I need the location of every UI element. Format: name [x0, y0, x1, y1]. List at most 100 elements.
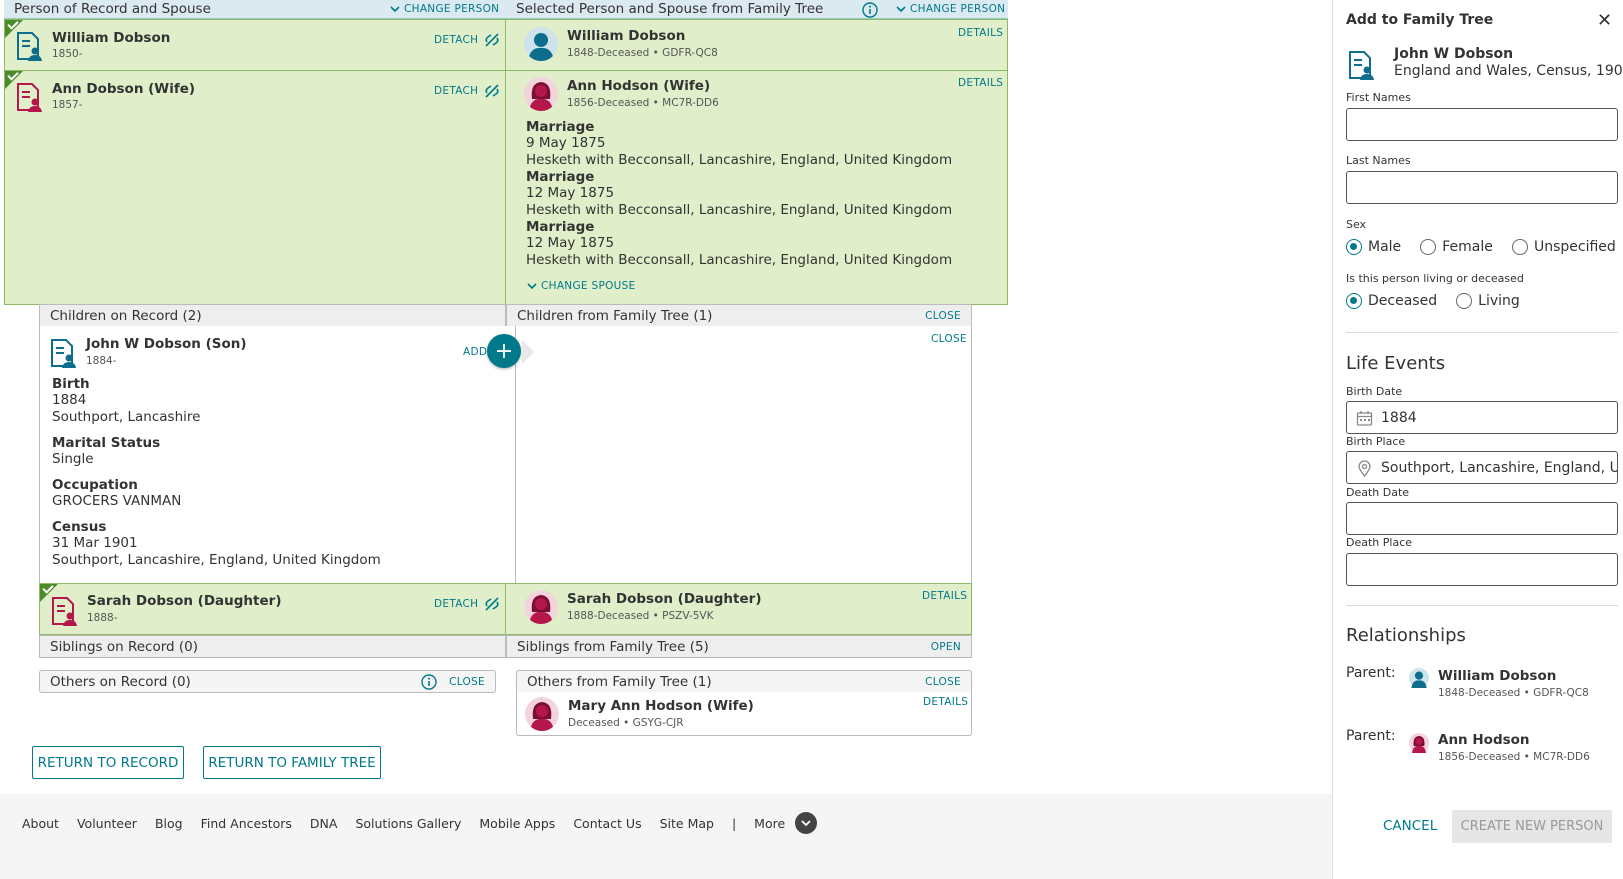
chevron-down-icon[interactable] — [795, 812, 818, 834]
birth-place-value: Southport, Lancashire, England, United K… — [1381, 459, 1617, 476]
close-link[interactable]: CLOSE — [931, 333, 967, 345]
footer-more[interactable]: More — [754, 816, 785, 831]
record-change-person-link[interactable]: CHANGE PERSON — [390, 3, 499, 15]
tree-person-name[interactable]: William Dobson — [567, 28, 685, 44]
detach-label: DETACH — [434, 598, 479, 610]
death-place-label: Death Place — [1346, 536, 1413, 549]
birth-date-input[interactable]: 1884 — [1346, 401, 1618, 434]
fact-label: Census — [52, 519, 107, 535]
divider — [505, 19, 506, 305]
detach-button[interactable]: DETACH — [434, 32, 500, 48]
details-link[interactable]: DETAILS — [958, 77, 1003, 89]
male-avatar-icon — [524, 27, 558, 61]
close-icon[interactable]: ✕ — [1597, 10, 1612, 31]
change-spouse-link[interactable]: CHANGE SPOUSE — [527, 280, 636, 292]
tree-change-person-link[interactable]: CHANGE PERSON — [896, 3, 1005, 15]
sex-male-radio[interactable] — [1346, 238, 1362, 255]
details-link[interactable]: DETAILS — [958, 27, 1003, 39]
others-record-title: Others on Record (0) — [50, 673, 191, 690]
event-place: Hesketh with Becconsall, Lancashire, Eng… — [526, 252, 953, 268]
children-tree-header: Children from Family Tree (1) CLOSE — [506, 304, 972, 327]
death-date-input[interactable] — [1346, 502, 1618, 535]
others-record-header: Others on Record (0) CLOSE — [39, 670, 496, 693]
close-link[interactable]: CLOSE — [925, 310, 961, 322]
fact: Occupation GROCERS VANMAN — [52, 477, 381, 510]
record-spouse-name: Ann Dobson (Wife) — [52, 81, 196, 97]
calendar-icon — [1356, 411, 1373, 426]
open-link[interactable]: OPEN — [931, 641, 961, 653]
event: Marriage 12 May 1875 Hesketh with Becconsa… — [526, 219, 952, 269]
other-mary-dates: Deceased • GSYG-CJR — [568, 717, 684, 729]
fact-line: Southport, Lancashire, England, United K… — [52, 552, 381, 568]
footer-link-contact-us[interactable]: Contact Us — [573, 816, 641, 831]
birth-date-label: Birth Date — [1346, 385, 1403, 398]
tree-spouse-dates: 1856-Deceased • MC7R-DD6 — [567, 97, 719, 109]
close-link[interactable]: CLOSE — [449, 676, 485, 688]
living-radio-group: Deceased Living — [1346, 290, 1534, 309]
info-icon[interactable] — [862, 2, 878, 18]
living-radio[interactable] — [1456, 292, 1473, 309]
event: Marriage 9 May 1875 Hesketh with Becconsal… — [526, 119, 952, 169]
return-to-family-tree-button[interactable]: RETURN TO FAMILY TREE — [203, 746, 381, 779]
event-date: 9 May 1875 — [526, 135, 606, 151]
record-spouse-dates: 1857- — [52, 99, 83, 111]
female-avatar-icon — [525, 697, 559, 731]
child-tree-empty-card — [515, 326, 972, 584]
event-place: Hesketh with Becconsall, Lancashire, Eng… — [526, 202, 953, 218]
sex-unspecified-label: Unspecified — [1533, 238, 1616, 255]
event-label: Marriage — [526, 169, 595, 185]
first-names-input[interactable] — [1346, 108, 1618, 141]
child-sarah-tree-name[interactable]: Sarah Dobson (Daughter) — [567, 591, 761, 607]
record-person-dates: 1850- — [52, 48, 83, 60]
fact: Marital Status Single — [52, 435, 381, 468]
event-label: Marriage — [526, 119, 595, 135]
chevron-down-icon — [390, 4, 400, 14]
return-to-record-button[interactable]: RETURN TO RECORD — [32, 746, 184, 779]
footer-link-blog[interactable]: Blog — [155, 816, 183, 831]
details-link[interactable]: DETAILS — [922, 590, 967, 602]
create-new-person-button[interactable]: CREATE NEW PERSON — [1452, 810, 1612, 843]
birth-place-input[interactable]: Southport, Lancashire, England, United K… — [1346, 451, 1618, 484]
deceased-radio[interactable] — [1346, 292, 1362, 309]
cancel-button[interactable]: CANCEL — [1383, 818, 1437, 834]
birth-place-label: Birth Place — [1346, 435, 1406, 448]
detach-button[interactable]: DETACH — [434, 83, 500, 99]
footer-link-find-ancestors[interactable]: Find Ancestors — [201, 816, 292, 831]
female-avatar-icon — [1409, 733, 1429, 753]
footer-separator: | — [731, 815, 737, 831]
close-link[interactable]: CLOSE — [925, 676, 961, 688]
male-avatar-icon — [1409, 668, 1429, 688]
footer-link-dna[interactable]: DNA — [310, 816, 338, 831]
add-label[interactable]: ADD — [463, 346, 487, 358]
death-date-label: Death Date — [1346, 486, 1410, 499]
tree-spouse-name[interactable]: Ann Hodson (Wife) — [567, 78, 710, 94]
children-record-title: Children on Record (2) — [50, 307, 202, 324]
footer-link-mobile-apps[interactable]: Mobile Apps — [479, 816, 555, 831]
footer-link-volunteer[interactable]: Volunteer — [77, 816, 137, 831]
parent-dates: 1856-Deceased • MC7R-DD6 — [1438, 751, 1590, 763]
living-label-option: Living — [1478, 292, 1520, 309]
info-icon[interactable] — [421, 674, 437, 690]
footer-link-about[interactable]: About — [22, 816, 59, 831]
last-names-input[interactable] — [1346, 171, 1618, 204]
panel-person-name: John W Dobson — [1394, 46, 1514, 62]
tree-person-dates: 1848-Deceased • GDFR-QC8 — [567, 47, 718, 59]
footer-link-solutions-gallery[interactable]: Solutions Gallery — [355, 816, 461, 831]
female-avatar-icon — [524, 77, 558, 111]
add-plus-icon[interactable]: + — [487, 334, 521, 368]
event: Marriage 12 May 1875 Hesketh with Becconsa… — [526, 169, 952, 219]
other-mary-name[interactable]: Mary Ann Hodson (Wife) — [568, 698, 754, 714]
details-link[interactable]: DETAILS — [923, 696, 968, 708]
footer-link-site-map[interactable]: Site Map — [660, 816, 714, 831]
sex-unspecified-radio[interactable] — [1511, 238, 1528, 255]
divider — [1346, 332, 1618, 333]
child-john-facts: Birth 1884 Southport, Lancashire Marital S… — [52, 376, 381, 569]
death-place-input[interactable] — [1346, 553, 1618, 586]
parent-label: Parent: — [1346, 665, 1396, 681]
others-tree-header: Others from Family Tree (1) CLOSE — [516, 670, 972, 693]
sex-female-radio[interactable] — [1420, 238, 1437, 255]
record-female-icon — [16, 82, 42, 112]
record-male-icon — [50, 338, 76, 368]
detach-button[interactable]: DETACH — [434, 596, 500, 612]
child-john-name: John W Dobson (Son) — [86, 336, 247, 352]
